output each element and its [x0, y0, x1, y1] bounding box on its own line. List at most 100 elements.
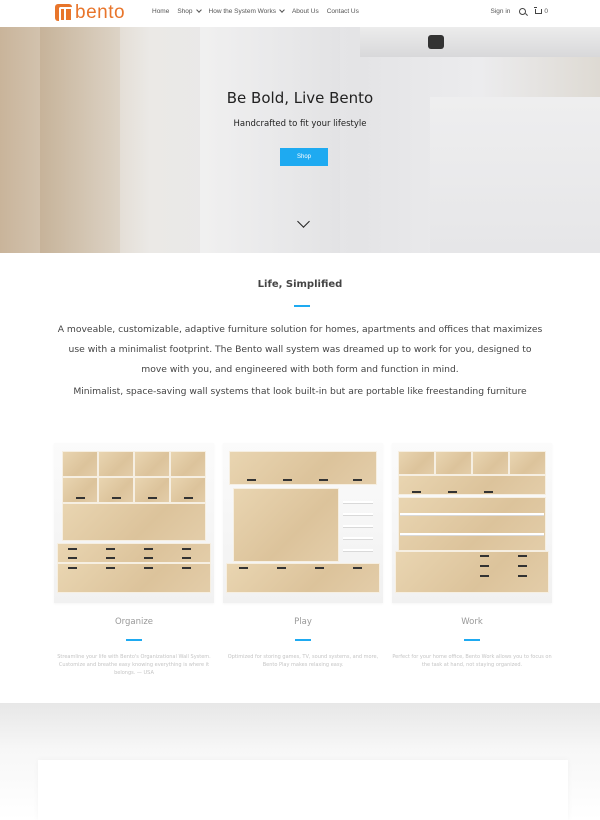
cabinet-shape — [395, 551, 549, 593]
handle-shape — [182, 567, 191, 569]
product-title[interactable]: Organize — [54, 617, 214, 627]
product-image[interactable] — [54, 443, 214, 603]
handle-shape — [277, 567, 286, 569]
footer-panel — [38, 760, 568, 820]
cabinet-shape — [134, 477, 170, 503]
cabinet-shape — [98, 451, 134, 477]
shelf-shape — [343, 525, 373, 528]
product-image[interactable] — [223, 443, 383, 603]
shelf-shape — [343, 513, 373, 516]
handle-shape — [182, 548, 191, 550]
handle-shape — [315, 567, 324, 569]
handle-shape — [353, 479, 362, 481]
menu-label: Contact Us — [326, 8, 359, 15]
handle-shape — [68, 567, 77, 569]
cabinet-shape — [509, 451, 546, 475]
menu-item-about-us[interactable]: About Us — [292, 8, 319, 15]
handle-shape — [518, 555, 527, 557]
handle-shape — [112, 497, 121, 499]
handle-shape — [76, 497, 85, 499]
menu-label: About Us — [291, 8, 319, 15]
shelf-shape — [343, 549, 373, 552]
search-icon[interactable] — [519, 8, 527, 15]
handle-shape — [148, 497, 157, 499]
cart-count[interactable]: 0 — [544, 8, 548, 15]
cabinet-shape — [134, 451, 170, 477]
chevron-down-icon — [279, 7, 285, 13]
menu-item-home[interactable]: Home — [152, 8, 169, 15]
handle-shape — [182, 557, 191, 559]
handle-shape — [484, 491, 493, 493]
handle-shape — [247, 479, 256, 481]
bento-logo-mark-icon — [55, 4, 73, 22]
nav-utility: Sign in 0 — [491, 7, 548, 15]
cabinet-shape — [57, 543, 211, 563]
shelf-shape — [343, 537, 373, 540]
cabinet-shape — [170, 451, 206, 477]
menu-item-contact-us[interactable]: Contact Us — [327, 8, 359, 15]
shelf-shape — [400, 533, 544, 536]
cabinet-shape — [98, 477, 134, 503]
handle-shape — [144, 548, 153, 550]
menu-label: Shop — [177, 8, 193, 15]
handle-shape — [106, 557, 115, 559]
handle-shape — [144, 567, 153, 569]
handle-shape — [184, 497, 193, 499]
cart-icon[interactable] — [534, 7, 543, 14]
product-description: Optimized for storing games, TV, sound s… — [227, 654, 379, 668]
handle-shape — [68, 557, 77, 559]
handle-shape — [448, 491, 457, 493]
product-card-work[interactable]: Work Perfect for your home office, Bento… — [392, 443, 552, 668]
handle-shape — [144, 557, 153, 559]
menu-label: Home — [152, 8, 170, 15]
hero-background-shape — [428, 35, 444, 49]
handle-shape — [518, 575, 527, 577]
hero-title: Be Bold, Live Bento — [226, 89, 374, 107]
handle-shape — [480, 555, 489, 557]
logo-text: bento — [75, 2, 126, 23]
handle-shape — [412, 491, 421, 493]
handle-shape — [319, 479, 328, 481]
product-card-play[interactable]: Play Optimized for storing games, TV, so… — [223, 443, 383, 668]
product-image[interactable] — [392, 443, 552, 603]
chevron-down-icon — [195, 7, 202, 13]
divider — [294, 305, 310, 307]
handle-shape — [480, 565, 489, 567]
cabinet-shape — [62, 503, 206, 541]
shelf-shape — [400, 513, 544, 516]
product-title[interactable]: Work — [392, 617, 552, 627]
main-menu: Home Shop How the System Works About Us … — [152, 7, 367, 15]
hero-background-shape — [360, 27, 600, 57]
divider — [126, 639, 142, 641]
shelf-shape — [343, 501, 373, 504]
product-description: Streamline your life with Bento's Organi… — [57, 654, 211, 676]
intro-paragraph: A moveable, customizable, adaptive furni… — [57, 324, 543, 375]
divider — [295, 639, 311, 641]
menu-item-shop[interactable]: Shop — [177, 7, 202, 15]
product-title[interactable]: Play — [223, 617, 383, 627]
handle-shape — [106, 567, 115, 569]
bento-logo[interactable]: bento — [55, 2, 126, 23]
handle-shape — [239, 567, 248, 569]
hero-banner: Be Bold, Live Bento Handcrafted to fit y… — [0, 27, 600, 253]
cabinet-shape — [233, 488, 339, 562]
menu-item-how-the-system-works[interactable]: How the System Works — [209, 7, 285, 15]
handle-shape — [518, 565, 527, 567]
product-card-organize[interactable]: Organize Streamline your life with Bento… — [54, 443, 214, 676]
section-title: Life, Simplified — [257, 279, 343, 290]
handle-shape — [106, 548, 115, 550]
divider — [464, 639, 480, 641]
intro-tagline: Minimalist, space-saving wall systems th… — [73, 386, 527, 397]
cabinet-shape — [62, 477, 98, 503]
sign-in-link[interactable]: Sign in — [491, 8, 511, 15]
shop-button[interactable]: Shop — [280, 148, 328, 166]
cabinet-shape — [62, 451, 98, 477]
handle-shape — [68, 548, 77, 550]
handle-shape — [283, 479, 292, 481]
hero-subtitle: Handcrafted to fit your lifestyle — [233, 119, 367, 129]
cabinet-shape — [472, 451, 509, 475]
cabinet-shape — [170, 477, 206, 503]
hero-background-shape — [200, 27, 340, 253]
cabinet-shape — [398, 451, 435, 475]
top-navigation: bento Home Shop How the System Works Abo… — [0, 0, 600, 27]
